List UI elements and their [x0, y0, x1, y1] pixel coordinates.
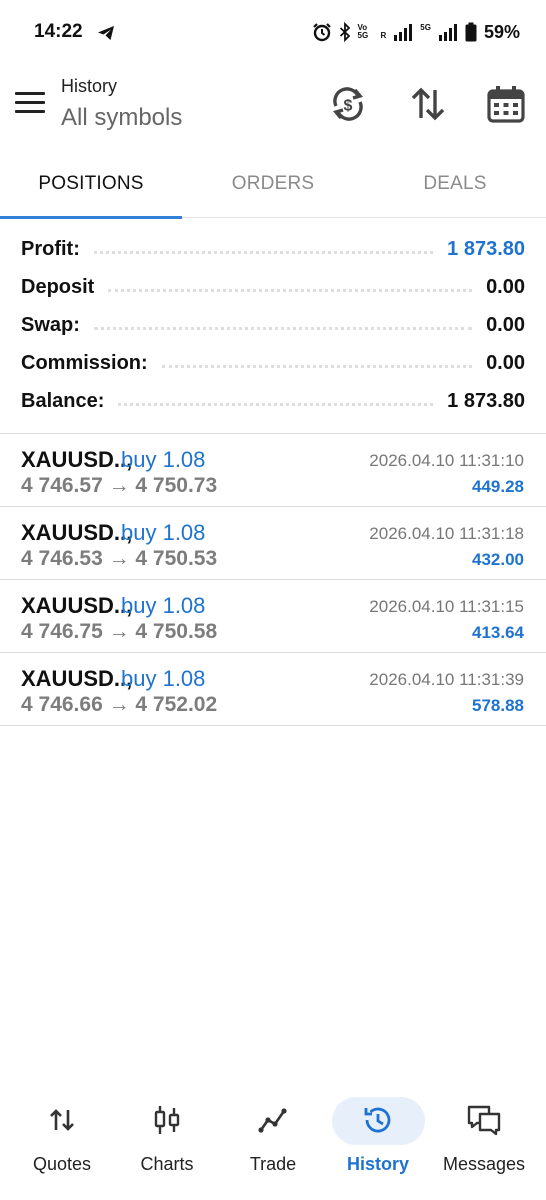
position-row[interactable]: XAUUSD.., buy 1.08 4 746.53 → 4 750.53 2… — [0, 507, 546, 580]
status-time: 14:22 — [34, 21, 83, 42]
summary-label: Commission: — [21, 351, 148, 374]
nav-charts[interactable]: Charts — [112, 1090, 222, 1180]
profit-value: 1 873.80 — [447, 237, 525, 260]
position-prices: 4 746.57 → 4 750.73 — [21, 474, 218, 497]
nav-label: Messages — [442, 1154, 526, 1174]
swap-value: 0.00 — [486, 313, 525, 336]
summary-deposit-row: Deposit 0.00 — [0, 268, 546, 306]
battery-icon — [465, 22, 477, 42]
position-time: 2026.04.10 11:31:15 — [369, 597, 524, 616]
nav-history[interactable]: History — [323, 1090, 433, 1180]
symbol-filter[interactable]: All symbols — [61, 104, 182, 132]
alarm-icon — [312, 23, 331, 42]
position-row[interactable]: XAUUSD.., buy 1.08 4 746.66 → 4 752.02 2… — [0, 653, 546, 726]
dot-leader — [118, 402, 434, 406]
dot-leader — [93, 250, 434, 254]
summary-label: Deposit — [21, 275, 95, 298]
commission-value: 0.00 — [486, 351, 525, 374]
positions-list: XAUUSD.., buy 1.08 4 746.57 → 4 750.73 2… — [0, 434, 546, 726]
position-side: buy 1.08 — [121, 593, 206, 618]
position-symbol: XAUUSD.., — [21, 593, 133, 618]
status-icons: Vo 5G R 5G 59% — [312, 20, 520, 44]
sort-icon[interactable] — [408, 84, 448, 124]
dot-leader — [93, 326, 473, 330]
currency-sync-icon[interactable]: $ — [328, 84, 368, 124]
messages-icon — [467, 1105, 501, 1136]
tab-deals[interactable]: DEALS — [364, 150, 546, 218]
nav-label: Quotes — [32, 1154, 92, 1174]
summary-balance-row: Balance: 1 873.80 — [0, 382, 546, 420]
dot-leader — [161, 364, 473, 368]
position-profit: 413.64 — [472, 623, 524, 642]
roaming-label: R — [380, 31, 387, 40]
signal-icon — [394, 24, 413, 41]
volte-label: Vo 5G — [357, 23, 369, 40]
signal-icon-2 — [438, 24, 457, 41]
position-time: 2026.04.10 11:31:10 — [369, 451, 524, 470]
dot-leader — [108, 288, 473, 292]
quotes-arrows-icon — [50, 1109, 74, 1131]
tab-positions[interactable]: POSITIONS — [0, 150, 182, 219]
position-symbol: XAUUSD.., — [21, 666, 133, 691]
position-side: buy 1.08 — [121, 520, 206, 545]
position-time: 2026.04.10 11:31:18 — [369, 524, 524, 543]
bottom-navigation: Quotes Charts Trade History Messages — [0, 1090, 546, 1190]
app-bar: History All symbols $ — [0, 64, 546, 150]
svg-text:$: $ — [344, 98, 353, 115]
position-symbol: XAUUSD.., — [21, 520, 133, 545]
balance-value: 1 873.80 — [447, 389, 525, 412]
summary-label: Swap: — [21, 313, 80, 336]
tab-orders[interactable]: ORDERS — [182, 150, 364, 218]
network-type-label: 5G — [420, 23, 431, 32]
nav-label: Trade — [249, 1154, 297, 1174]
page-title: History — [61, 76, 118, 96]
tab-bar: POSITIONS ORDERS DEALS — [0, 150, 546, 219]
position-row[interactable]: XAUUSD.., buy 1.08 4 746.75 → 4 750.58 2… — [0, 580, 546, 653]
position-side: buy 1.08 — [121, 666, 206, 691]
nav-label: History — [346, 1154, 409, 1174]
battery-percent: 59% — [483, 21, 520, 42]
deposit-value: 0.00 — [486, 275, 525, 298]
candlestick-icon — [154, 1106, 180, 1134]
position-prices: 4 746.53 → 4 750.53 — [21, 547, 218, 570]
summary-swap-row: Swap: 0.00 — [0, 306, 546, 344]
summary-commission-row: Commission: 0.00 — [0, 344, 546, 382]
summary-label: Profit: — [21, 237, 80, 260]
trade-line-icon — [258, 1108, 287, 1133]
summary-panel: Profit: 1 873.80 Deposit 0.00 Swap: 0.00… — [0, 230, 546, 420]
menu-icon[interactable] — [15, 92, 45, 116]
position-side: buy 1.08 — [121, 447, 206, 472]
history-clock-icon — [364, 1107, 391, 1133]
nav-label: Charts — [140, 1154, 194, 1174]
nav-messages[interactable]: Messages — [429, 1090, 539, 1180]
status-bar: 14:22 Vo 5G R 5G 59% — [0, 0, 546, 64]
position-symbol: XAUUSD.., — [21, 447, 133, 472]
position-profit: 432.00 — [472, 550, 524, 569]
position-row[interactable]: XAUUSD.., buy 1.08 4 746.57 → 4 750.73 2… — [0, 434, 546, 507]
summary-profit-row: Profit: 1 873.80 — [0, 230, 546, 268]
bluetooth-icon — [339, 22, 350, 42]
summary-label: Balance: — [21, 389, 105, 412]
position-profit: 449.28 — [472, 477, 524, 496]
position-profit: 578.88 — [472, 696, 524, 715]
position-prices: 4 746.66 → 4 752.02 — [21, 693, 218, 716]
nav-trade[interactable]: Trade — [218, 1090, 328, 1180]
telegram-icon — [98, 26, 114, 40]
position-prices: 4 746.75 → 4 750.58 — [21, 620, 218, 643]
position-time: 2026.04.10 11:31:39 — [369, 670, 524, 689]
nav-quotes[interactable]: Quotes — [7, 1090, 117, 1180]
calendar-icon[interactable] — [486, 84, 526, 124]
